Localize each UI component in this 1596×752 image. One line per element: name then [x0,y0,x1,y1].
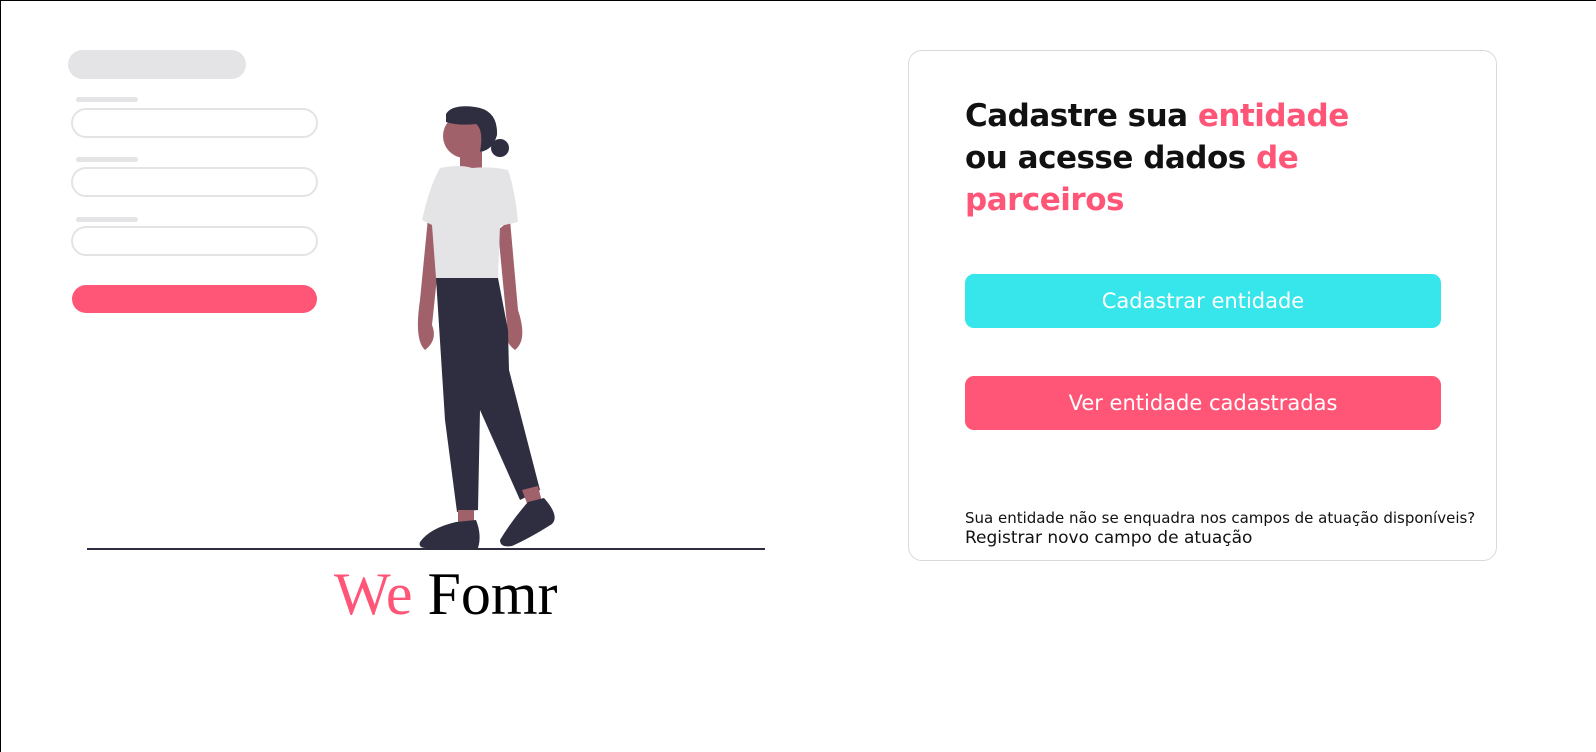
card-title: Cadastre sua entidade ou acesse dados de… [965,95,1395,221]
brand-second-word: Fomr [427,561,558,627]
view-entities-button[interactable]: Ver entidade cadastradas [965,376,1441,430]
form-input-2 [71,167,318,197]
woman-figure [417,106,555,548]
form-label-line-1 [76,97,138,102]
brand-logo: We Fomr [334,556,558,632]
brand-first-word: We [334,561,413,627]
form-label-line-2 [76,157,138,162]
title-accent-1: entidade [1197,98,1349,134]
register-entity-button[interactable]: Cadastrar entidade [965,274,1441,328]
title-part-2: ou acesse dados [965,140,1257,176]
registration-card: Cadastre sua entidade ou acesse dados de… [908,50,1497,561]
title-part-1: Cadastre sua [965,98,1198,134]
form-input-3 [71,226,318,256]
register-field-link[interactable]: Registrar novo campo de atuação [965,528,1252,548]
form-header-bar [68,50,246,79]
hero-illustration [60,40,780,570]
form-submit-bar [72,285,317,313]
footer-question: Sua entidade não se enquadra nos campos … [965,509,1476,527]
woman-with-form-illustration [68,50,765,550]
form-input-1 [71,108,318,138]
form-label-line-3 [76,217,138,222]
